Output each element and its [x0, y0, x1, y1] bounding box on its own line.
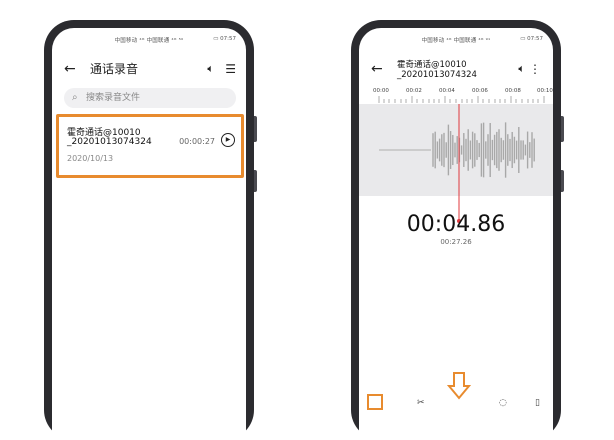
- speaker-icon[interactable]: 🔈︎: [207, 58, 214, 80]
- power-button: [254, 170, 257, 192]
- phone-left: 中国移动 ⁴ᴳ 中国联通 ⁴ᴳ ⁵⁰ ▭ 07:57 ← 通话录音 🔈︎ ☰ ⌕…: [44, 20, 257, 440]
- recording-list-item[interactable]: 霍奇通话@10010 _20201013074324 2020/10/13 00…: [56, 114, 244, 178]
- power-button: [561, 170, 564, 192]
- volume-button: [254, 116, 257, 142]
- waveform: [379, 104, 535, 196]
- recording-date: 2020/10/13: [67, 154, 114, 163]
- current-time: 00:04.86: [406, 212, 506, 237]
- play-icon[interactable]: ▶: [221, 133, 235, 147]
- waveform-area[interactable]: [359, 104, 553, 196]
- app-bar: ← 通话录音 🔈︎ ☰: [52, 58, 246, 80]
- arrow-left-icon[interactable]: ←: [371, 58, 383, 80]
- speaker-icon[interactable]: 🔈︎: [518, 58, 525, 80]
- more-vertical-icon[interactable]: ⋮: [529, 58, 541, 80]
- search-input[interactable]: ⌕ 搜索录音文件: [64, 88, 236, 108]
- recording-title-line2: _20201013074324: [397, 70, 477, 80]
- recording-name-line2: _20201013074324: [67, 137, 152, 147]
- status-time: ▭ 07:57: [213, 36, 236, 42]
- status-bar: 中国移动 ⁴ᴳ 中国联通 ⁴ᴳ ⁵⁰ ▭ 07:57: [52, 28, 246, 48]
- total-duration: 00:27.26: [440, 238, 472, 246]
- arrow-left-icon[interactable]: ←: [64, 58, 76, 80]
- arrow-down-annotation-icon: [447, 372, 471, 400]
- page-title: 通话录音: [90, 62, 139, 76]
- status-time: ▭ 07:57: [520, 36, 543, 42]
- volume-button: [561, 116, 564, 142]
- bottom-toolbar-highlight[interactable]: [367, 394, 383, 410]
- recording-title-line1: 霍奇通话@10010: [397, 60, 467, 70]
- status-bar: 中国移动 ⁴ᴳ 中国联通 ⁴ᴳ ⁹¹ ▭ 07:57: [359, 28, 553, 48]
- recording-duration: 00:00:27: [179, 137, 215, 146]
- screen-recordings-list: 中国移动 ⁴ᴳ 中国联通 ⁴ᴳ ⁵⁰ ▭ 07:57 ← 通话录音 🔈︎ ☰ ⌕…: [52, 28, 246, 440]
- search-icon: ⌕: [72, 92, 78, 103]
- search-placeholder: 搜索录音文件: [86, 93, 141, 103]
- sort-icon[interactable]: ☰: [225, 58, 236, 80]
